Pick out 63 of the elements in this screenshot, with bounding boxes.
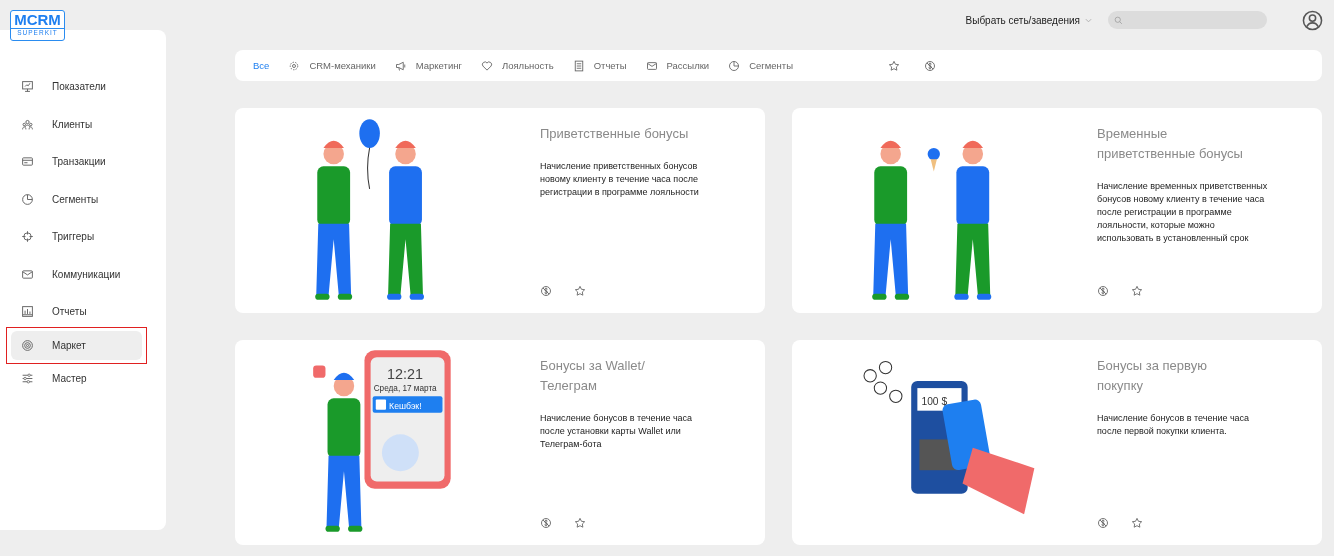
market-card[interactable]: 100 $ Бонусы за первую покупку Начисление бонусов в течение часа после первой покупки клиента. xyxy=(792,340,1322,545)
filter-tab[interactable]: Лояльность xyxy=(480,59,554,72)
target-icon xyxy=(21,338,34,352)
people-icon xyxy=(21,117,34,131)
market-card[interactable]: 12:21 Среда, 17 марта Кешбэк! Бонусы за Wallet/ Телеграм Начисление бонусов в течение часа после установки карты Wallet или Телеграм-бота xyxy=(235,340,765,545)
user-icon[interactable] xyxy=(1302,9,1323,31)
sliders-icon xyxy=(21,372,34,386)
search-icon xyxy=(1114,15,1123,25)
card-title: Временные приветственные бонусы xyxy=(1097,125,1244,163)
sidebar-item[interactable]: Сегменты xyxy=(11,184,142,214)
crossed-dollar-icon[interactable] xyxy=(924,59,936,72)
card-icon xyxy=(21,155,34,169)
sidebar-item[interactable]: Показатели xyxy=(11,72,142,102)
sidebar-item[interactable]: Отчеты xyxy=(11,297,142,327)
filter-tab[interactable]: Все xyxy=(253,60,270,71)
card-description: Начисление временных приветственных бонусов новому клиенту в течение часа после регистрации в программе лояльности, которые можно использовать в установленный срок xyxy=(1097,180,1269,245)
crossed-dollar-icon[interactable] xyxy=(540,285,552,297)
crossed-dollar-icon[interactable] xyxy=(540,517,552,529)
star-icon[interactable] xyxy=(1131,517,1143,529)
bar-chart-icon xyxy=(21,305,34,319)
sidebar-item[interactable]: Мастер xyxy=(11,364,142,394)
star-icon[interactable] xyxy=(888,59,900,72)
star-icon[interactable] xyxy=(1131,285,1143,297)
sidebar-item[interactable]: Триггеры xyxy=(11,222,142,252)
crosshair-icon xyxy=(21,230,34,244)
filter-tab[interactable]: Отчеты xyxy=(572,59,627,72)
gear-icon xyxy=(288,59,301,72)
filter-tab[interactable]: Сегменты xyxy=(728,59,793,72)
filter-tab[interactable]: Маркетинг xyxy=(394,59,462,72)
crossed-dollar-icon[interactable] xyxy=(1097,285,1109,297)
sidebar-item[interactable]: Маркет xyxy=(11,330,142,360)
monitor-icon xyxy=(21,80,34,94)
sidebar-item[interactable]: Коммуникации xyxy=(11,259,142,289)
notification-text: Кешбэк! xyxy=(389,400,422,411)
crossed-dollar-icon[interactable] xyxy=(1097,517,1109,529)
market-card[interactable]: Приветственные бонусы Начисление приветственных бонусов новому клиенту в течение часа после регистрации в программе лояльности xyxy=(235,108,765,313)
market-card[interactable]: Временные приветственные бонусы Начисление временных приветственных бонусов новому клиенту в течение часа после регистрации в программе лояльности, которые можно использовать в установленный срок xyxy=(792,108,1322,313)
card-title: Бонусы за Wallet/ Телеграм xyxy=(540,357,646,395)
search-field[interactable] xyxy=(1108,11,1267,29)
pie-chart-icon xyxy=(728,59,741,72)
clock-text: 12:21 xyxy=(387,365,423,382)
megaphone-icon xyxy=(394,59,407,72)
star-icon[interactable] xyxy=(574,285,586,297)
envelope-icon xyxy=(21,267,34,281)
filter-tab[interactable]: Рассылки xyxy=(645,59,710,72)
heart-icon xyxy=(480,59,493,72)
card-description: Начисление приветственных бонусов новому клиенту в течение часа после регистрации в программе лояльности xyxy=(540,160,700,199)
star-icon[interactable] xyxy=(574,517,586,529)
document-icon xyxy=(572,59,585,72)
venue-dropdown[interactable]: Выбрать сеть/заведения xyxy=(965,14,1092,26)
amount-text: 100 $ xyxy=(921,395,948,407)
date-text: Среда, 17 марта xyxy=(373,384,437,394)
sidebar-item[interactable]: Клиенты xyxy=(11,109,142,139)
pie-chart-icon xyxy=(21,192,34,206)
envelope-icon xyxy=(645,59,658,72)
filter-tab[interactable]: CRM-механики xyxy=(288,59,376,72)
caret-icon xyxy=(1085,17,1092,23)
sidebar-item[interactable]: Транзакции xyxy=(11,147,142,177)
logo-title: MCRM xyxy=(14,11,61,28)
card-description: Начисление бонусов в течение часа после первой покупки клиента. xyxy=(1097,412,1251,438)
card-description: Начисление бонусов в течение часа после установки карты Wallet или Телеграм-бота xyxy=(540,412,694,451)
card-title: Приветственные бонусы xyxy=(540,125,690,143)
card-title: Бонусы за первую покупку xyxy=(1097,357,1208,395)
